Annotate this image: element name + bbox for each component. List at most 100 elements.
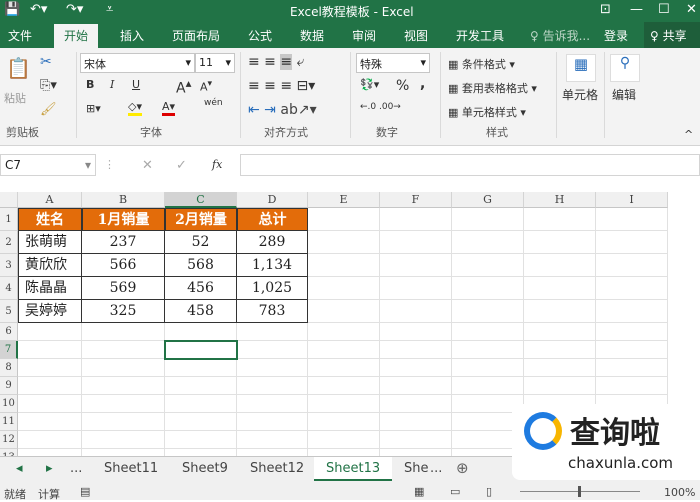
align-top-icon[interactable]: ≡ ≡ ≡ ⤶ — [248, 54, 304, 70]
cell[interactable] — [165, 395, 237, 413]
more-sheets-left[interactable]: ... — [70, 461, 82, 476]
selected-cell-c7[interactable] — [164, 340, 238, 360]
add-sheet-icon[interactable]: ⊕ — [456, 459, 469, 477]
row-header[interactable]: 1 — [0, 208, 18, 231]
cell[interactable] — [524, 300, 596, 323]
cell[interactable] — [308, 395, 380, 413]
row-header[interactable]: 7 — [0, 341, 18, 359]
table-cell[interactable]: 陈晶晶 — [18, 277, 82, 300]
row-header[interactable]: 10 — [0, 395, 18, 413]
cell[interactable] — [380, 359, 452, 377]
ribbon-display-icon[interactable]: ⊡ — [600, 2, 611, 17]
tab-page-layout[interactable]: 页面布局 — [172, 27, 220, 44]
table-cell[interactable]: 325 — [82, 300, 165, 323]
cell[interactable] — [596, 300, 668, 323]
cell[interactable] — [596, 231, 668, 254]
cell[interactable] — [165, 323, 237, 341]
currency-icon[interactable]: 💱▾ — [360, 78, 379, 91]
tab-view[interactable]: 视图 — [404, 27, 428, 44]
align-left-icon[interactable]: ≡ ≡ ≡ ⊟▾ — [248, 78, 315, 94]
cell[interactable] — [380, 277, 452, 300]
login-link[interactable]: 登录 — [604, 27, 628, 44]
table-format-button[interactable]: ▦ 套用表格格式 ▾ — [448, 80, 537, 96]
table-cell[interactable]: 783 — [237, 300, 308, 323]
page-layout-icon[interactable]: ▭ — [450, 485, 460, 498]
cell-style-button[interactable]: ▦ 单元格样式 ▾ — [448, 104, 526, 120]
underline-button[interactable]: U — [132, 78, 140, 91]
font-color-icon[interactable]: A▾ — [162, 100, 176, 116]
cell[interactable] — [82, 431, 165, 449]
table-cell[interactable]: 237 — [82, 231, 165, 254]
tab-insert[interactable]: 插入 — [120, 27, 144, 44]
minimize-button[interactable]: — — [630, 2, 643, 17]
comma-button[interactable]: , — [420, 76, 425, 92]
page-break-icon[interactable]: ▯ — [486, 485, 492, 498]
table-header-cell[interactable]: 1月销量 — [82, 208, 165, 231]
row-header[interactable]: 9 — [0, 377, 18, 395]
cell[interactable] — [380, 341, 452, 359]
collapse-ribbon-icon[interactable]: ^ — [684, 128, 693, 141]
table-cell[interactable]: 52 — [165, 231, 237, 254]
sheet-tab[interactable]: Sheet9 — [182, 461, 228, 476]
cell[interactable] — [308, 377, 380, 395]
close-button[interactable]: ✕ — [686, 2, 697, 17]
macro-record-icon[interactable]: ▤ — [80, 485, 90, 498]
cells-button[interactable]: 单元格 — [562, 86, 598, 103]
formula-input[interactable] — [240, 154, 700, 176]
row-header[interactable]: 8 — [0, 359, 18, 377]
cell[interactable] — [308, 449, 380, 456]
row-header[interactable]: 4 — [0, 277, 18, 300]
cell[interactable] — [237, 395, 308, 413]
save-icon[interactable]: 💾 — [4, 2, 20, 17]
table-cell[interactable]: 566 — [82, 254, 165, 277]
cell[interactable] — [82, 413, 165, 431]
cell[interactable] — [237, 431, 308, 449]
table-cell[interactable]: 456 — [165, 277, 237, 300]
row-header[interactable]: 12 — [0, 431, 18, 449]
fill-color-icon[interactable]: ◇▾ — [128, 100, 142, 116]
number-format-select[interactable]: 特殊 ▾ — [356, 53, 430, 73]
cell[interactable] — [82, 395, 165, 413]
cell[interactable] — [524, 231, 596, 254]
font-name-select[interactable]: 宋体 ▾ — [80, 53, 195, 73]
table-header-cell[interactable]: 2月销量 — [165, 208, 237, 231]
scroll-right-icon[interactable]: ▸ — [46, 461, 53, 476]
cell[interactable] — [237, 359, 308, 377]
column-header[interactable]: A — [18, 192, 82, 208]
percent-button[interactable]: % — [396, 78, 409, 94]
table-header-cell[interactable]: 姓名 — [18, 208, 82, 231]
cell[interactable] — [380, 377, 452, 395]
select-all-corner[interactable] — [0, 192, 18, 208]
share-button[interactable]: ♀ 共享 — [644, 22, 700, 48]
table-cell[interactable]: 568 — [165, 254, 237, 277]
column-header[interactable]: D — [237, 192, 308, 208]
tab-home[interactable]: 开始 — [54, 24, 99, 48]
cell[interactable] — [18, 377, 82, 395]
more-sheets-right[interactable]: ... — [430, 461, 442, 476]
cell[interactable] — [18, 395, 82, 413]
cell[interactable] — [308, 254, 380, 277]
maximize-button[interactable]: ☐ — [658, 2, 670, 17]
column-header[interactable]: E — [308, 192, 380, 208]
cell[interactable] — [165, 359, 237, 377]
cell[interactable] — [237, 341, 308, 359]
tab-formulas[interactable]: 公式 — [248, 27, 272, 44]
cell[interactable] — [82, 341, 165, 359]
row-header[interactable]: 6 — [0, 323, 18, 341]
cell[interactable] — [596, 208, 668, 231]
zoom-slider-thumb[interactable] — [578, 486, 581, 497]
table-cell[interactable]: 289 — [237, 231, 308, 254]
cell[interactable] — [380, 431, 452, 449]
decrease-font-icon[interactable]: A▾ — [200, 78, 212, 94]
redo-icon[interactable]: ↷▾ — [66, 2, 83, 17]
column-header[interactable]: C — [165, 192, 237, 208]
column-header[interactable]: H — [524, 192, 596, 208]
cell[interactable] — [596, 323, 668, 341]
cut-icon[interactable]: ✂ — [40, 54, 52, 70]
cell[interactable] — [308, 208, 380, 231]
row-header[interactable]: 2 — [0, 231, 18, 254]
table-cell[interactable]: 1,134 — [237, 254, 308, 277]
paste-icon[interactable]: 📋 — [6, 56, 31, 80]
cell[interactable] — [524, 341, 596, 359]
sheet-tab-active[interactable]: Sheet13 — [314, 457, 393, 481]
